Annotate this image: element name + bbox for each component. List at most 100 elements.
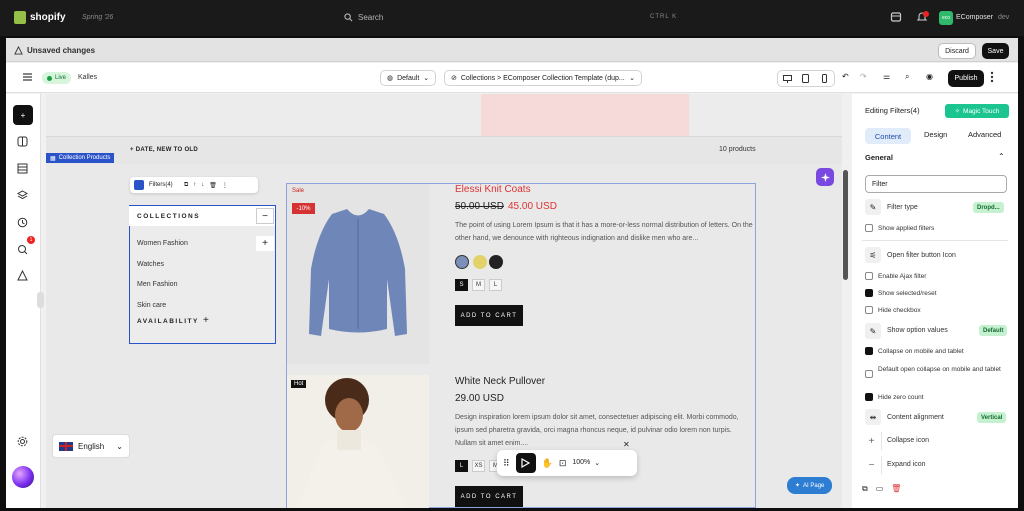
filter-title-input[interactable]: Filter — [865, 175, 1007, 193]
settings-sliders-icon[interactable]: ⚌ — [883, 72, 890, 81]
color-swatch[interactable] — [489, 255, 503, 269]
collapse-rail-handle[interactable] — [37, 292, 44, 308]
availability-title[interactable]: AVAILABILITY — [137, 318, 199, 325]
add-to-cart-button[interactable]: ADD TO CART — [455, 305, 523, 326]
canvas-scrollbar[interactable] — [842, 94, 850, 508]
expand-icon[interactable]: + — [203, 315, 209, 326]
search-bar[interactable]: Search — [344, 13, 383, 22]
collapse-plus-icon[interactable]: + — [862, 432, 882, 450]
size-option[interactable]: L — [489, 279, 502, 291]
default-select[interactable]: ◍ Default ⌄ — [380, 70, 437, 86]
shopify-logo[interactable]: shopify — [14, 11, 66, 24]
layout-icon[interactable] — [17, 163, 29, 175]
select-pointer-icon[interactable] — [515, 453, 536, 473]
tab-advanced[interactable]: Advanced — [968, 130, 1001, 139]
section-general[interactable]: General — [865, 153, 893, 162]
delete-icon[interactable]: 🗑 — [891, 484, 901, 494]
store-name[interactable]: EComposer — [956, 14, 993, 21]
duplicate-icon[interactable]: ⧉ — [184, 182, 188, 189]
ai-page-button[interactable]: ✦ AI Page — [787, 477, 833, 494]
sort-select[interactable]: + DATE, NEW TO OLD — [130, 147, 198, 153]
more-options-icon[interactable] — [990, 71, 994, 83]
magic-touch-button[interactable]: ✧ Magic Touch — [945, 104, 1009, 118]
focus-icon[interactable]: ⊡ — [559, 458, 567, 469]
color-swatch[interactable] — [473, 255, 487, 269]
menu-icon[interactable] — [22, 72, 33, 82]
size-option[interactable]: S — [455, 279, 468, 291]
sections-icon[interactable] — [17, 136, 29, 148]
add-to-cart-button[interactable]: ADD TO CART — [455, 486, 523, 507]
tab-design[interactable]: Design — [924, 130, 947, 139]
settings-gear-icon[interactable] — [17, 436, 29, 448]
expand-minus-icon[interactable]: − — [862, 456, 882, 474]
store-avatar[interactable]: eco — [939, 11, 953, 25]
discard-button[interactable]: Discard — [938, 43, 976, 59]
inspect-icon[interactable]: ⌕ — [905, 72, 909, 82]
ai-assistant-orb[interactable] — [12, 466, 34, 488]
add-element-button[interactable]: + — [13, 105, 33, 125]
mobile-icon[interactable] — [818, 72, 832, 86]
default-open-checkbox[interactable] — [865, 370, 873, 378]
hide-zero-checkbox[interactable] — [865, 393, 873, 401]
content-align-label: Content alignment — [887, 414, 944, 421]
show-applied-checkbox[interactable] — [865, 224, 873, 232]
filter-element-toolbar[interactable]: Filters(4) ⧉ ↑ ↓ 🗑 ⋮ — [130, 177, 258, 193]
collection-item[interactable]: Watches — [137, 261, 164, 268]
ai-sparkle-button[interactable] — [816, 168, 834, 186]
save-button[interactable]: Save — [982, 43, 1009, 59]
compare-price: 50.00 USD — [455, 201, 504, 212]
show-applied-label: Show applied filters — [878, 225, 935, 232]
brand-icon[interactable] — [17, 270, 29, 282]
size-option[interactable]: XS — [472, 460, 485, 472]
product-title[interactable]: White Neck Pullover — [455, 376, 545, 387]
scrollbar-thumb[interactable] — [843, 170, 848, 280]
more-icon[interactable]: ⋮ — [222, 182, 228, 189]
desktop-icon[interactable] — [780, 72, 794, 86]
show-selected-checkbox[interactable] — [865, 289, 873, 297]
show-option-badge[interactable]: Default — [979, 325, 1008, 336]
tablet-icon[interactable] — [799, 72, 813, 86]
enable-ajax-checkbox[interactable] — [865, 272, 873, 280]
size-option[interactable]: M — [472, 279, 485, 291]
filter-type-badge[interactable]: Dropd... — [973, 202, 1004, 213]
chevron-down-icon: ⌄ — [629, 75, 635, 82]
paste-icon[interactable]: ▭ — [876, 484, 884, 494]
hide-checkbox-checkbox[interactable] — [865, 306, 873, 314]
arrow-up-icon[interactable]: ↑ — [193, 182, 196, 188]
hand-tool-icon[interactable]: ✋ — [542, 458, 553, 469]
store-icon[interactable] — [890, 11, 902, 23]
collapse-icon[interactable]: − — [256, 208, 274, 224]
zoom-select[interactable]: 100% ⌄ — [572, 459, 600, 467]
content-align-badge[interactable]: Vertical — [977, 412, 1007, 423]
expand-icon[interactable]: + — [256, 236, 274, 251]
collapse-mobile-checkbox[interactable] — [865, 347, 873, 355]
hero-section[interactable] — [46, 94, 842, 136]
publish-button[interactable]: Publish — [948, 70, 984, 87]
size-option[interactable]: L — [455, 460, 468, 472]
grid-icon: ▦ — [50, 155, 56, 162]
collection-products-tag[interactable]: ▦ Collection Products — [46, 153, 115, 163]
copy-icon[interactable]: ⧉ — [862, 484, 868, 494]
close-icon[interactable]: ✕ — [623, 440, 630, 449]
product-image[interactable] — [287, 375, 429, 508]
issues-icon[interactable] — [17, 244, 29, 256]
collection-item[interactable]: Skin care — [137, 302, 166, 309]
undo-icon[interactable]: ↶ — [842, 72, 849, 81]
drag-handle-icon[interactable]: ⠿ — [503, 458, 510, 469]
template-select[interactable]: ⊘ Collections > EComposer Collection Temp… — [444, 70, 642, 86]
arrow-down-icon[interactable]: ↓ — [201, 182, 204, 188]
chevron-down-icon: ⌄ — [594, 460, 601, 467]
color-swatch[interactable] — [455, 255, 469, 269]
history-icon[interactable] — [17, 217, 29, 229]
redo-icon[interactable]: ↷ — [860, 72, 867, 81]
layers-icon[interactable] — [17, 190, 29, 202]
product-title[interactable]: Elessi Knit Coats — [455, 184, 531, 195]
chevron-up-icon[interactable]: ⌃ — [998, 152, 1005, 161]
tab-content[interactable]: Content — [860, 122, 916, 150]
delete-icon[interactable]: 🗑 — [209, 182, 217, 189]
preview-eye-icon[interactable]: ◉ — [926, 72, 933, 81]
collection-item[interactable]: Women Fashion — [137, 240, 188, 247]
canvas-toolbar: ⠿ ✋ ⊡ 100% ⌄ — [497, 450, 637, 476]
language-select[interactable]: English ⌄ — [52, 434, 130, 458]
collection-item[interactable]: Men Fashion — [137, 281, 177, 288]
